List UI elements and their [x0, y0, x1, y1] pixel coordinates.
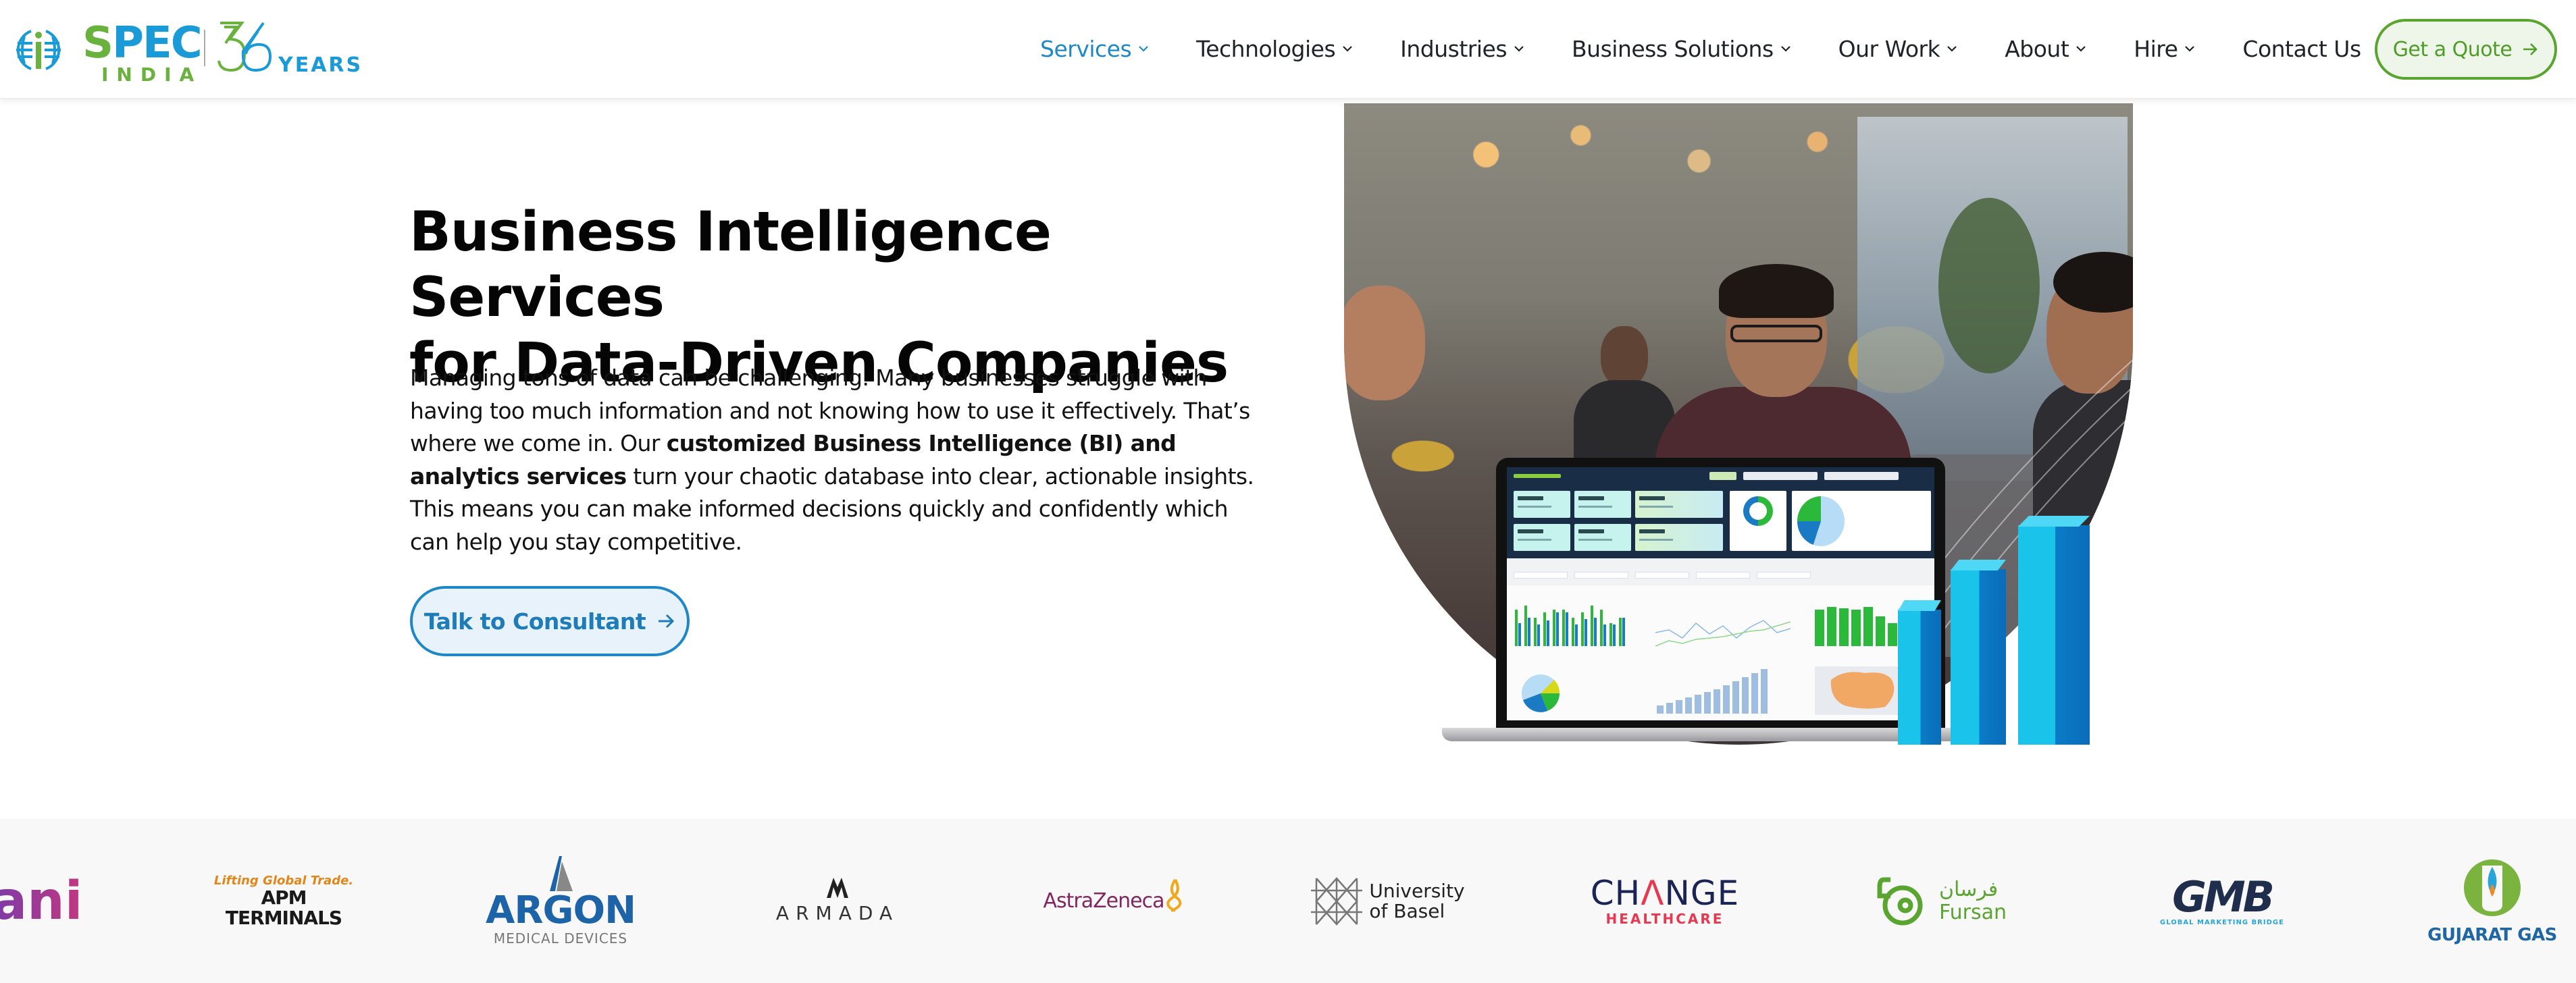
chevron-down-icon: [1780, 46, 1791, 52]
dash-bar-chart: [1515, 606, 1625, 646]
3d-bar: [2018, 516, 2090, 745]
change-name-a: Λ: [1641, 873, 1665, 913]
dashboard-charts: [1507, 585, 1934, 720]
dash-line-chart: [1655, 620, 1791, 647]
armada-name: ARMADA: [775, 902, 900, 924]
arrow-right-icon: [2523, 43, 2538, 55]
gujarat-gas-flame-icon: [2464, 859, 2521, 916]
nav-industries[interactable]: Industries: [1400, 36, 1526, 62]
3d-bar: [1951, 560, 2006, 745]
nav-technologies-label: Technologies: [1196, 35, 1336, 62]
main-nav: Services Technologies Industries Busines…: [1040, 32, 2361, 65]
chevron-down-icon: [1139, 46, 1148, 52]
laptop-dashboard: [1442, 458, 2003, 741]
client-logo-apm-terminals: Lifting Global Trade. APM TERMINALS: [209, 819, 358, 983]
dash-growth-bars: [1657, 669, 1768, 714]
title-line-1: Business Intelligence Services: [409, 201, 1052, 329]
anniversary-36-icon: [217, 22, 272, 72]
talk-to-consultant-button[interactable]: Talk to Consultant: [410, 586, 690, 656]
astrazeneca-symbol-icon: [1166, 878, 1181, 912]
apm-tagline: Lifting Global Trade.: [213, 874, 354, 888]
client-logo-ani: ani: [0, 819, 82, 983]
basel-star-icon: [1311, 876, 1363, 926]
change-name-pre: CH: [1590, 873, 1641, 913]
armada-mark-icon: [827, 878, 848, 898]
client-logo-change-healthcare: CHΛNGE HEALTHCARE: [1591, 819, 1739, 983]
chevron-down-icon: [1947, 46, 1957, 52]
argon-triangle-icon: [550, 855, 573, 891]
nav-hire[interactable]: Hire: [2134, 36, 2196, 62]
client-logo-gmb: GMB GLOBAL MARKETING BRIDGE: [2148, 819, 2296, 983]
globe-icon: [16, 30, 61, 70]
nav-contact-us-label: Contact Us: [2242, 35, 2361, 62]
client-logo-gujarat-gas: GUJARAT GAS: [2425, 819, 2560, 983]
bi-dashboard: [1507, 467, 1934, 720]
nav-contact-us[interactable]: Contact Us: [2242, 36, 2361, 62]
client-logo-fursan: فرسان Fursan: [1867, 819, 2016, 983]
apm-line-1: APM: [261, 886, 307, 909]
basel-line-2: of Basel: [1369, 899, 1445, 922]
ani-logo-text: ani: [0, 874, 82, 928]
logo-brand-rest: PEC: [112, 18, 203, 68]
argon-sub: MEDICAL DEVICES: [493, 930, 628, 947]
chevron-down-icon: [1343, 46, 1352, 52]
3d-bar-chart-graphic: [1898, 103, 2101, 745]
change-name: CHΛNGE: [1591, 876, 1739, 911]
client-logo-armada: ARMADA: [763, 819, 912, 983]
astrazeneca-name: AstraZeneca: [1043, 889, 1165, 913]
spec-india-logo[interactable]: SPEC INDIA YEARS: [14, 20, 361, 85]
hero-description: Managing tons of data can be challenging…: [410, 362, 1254, 558]
nav-our-work[interactable]: Our Work: [1838, 36, 1959, 62]
chevron-down-icon: [2076, 46, 2086, 52]
3d-bar: [1898, 600, 1941, 745]
chevron-down-icon: [2185, 46, 2195, 52]
talk-to-consultant-label: Talk to Consultant: [423, 608, 646, 635]
fursan-arabic: فرسان: [1939, 877, 1999, 901]
change-sub: HEALTHCARE: [1605, 910, 1724, 927]
basel-line-1: University: [1369, 879, 1465, 902]
laptop-screen: [1496, 458, 1945, 731]
arrow-right-icon: [659, 614, 675, 629]
fursan-mark-icon: [1877, 877, 1923, 925]
change-name-post: NGE: [1664, 873, 1740, 913]
gmb-sub: GLOBAL MARKETING BRIDGE: [2160, 919, 2284, 926]
photo-person-left: [1344, 259, 1445, 637]
logo-sub: INDIA: [101, 63, 203, 86]
get-a-quote-button[interactable]: Get a Quote: [2375, 19, 2557, 80]
dash-pie: [1522, 674, 1560, 712]
fursan-name: Fursan: [1939, 900, 2007, 924]
logo-brand: SPEC: [82, 22, 203, 65]
nav-industries-label: Industries: [1400, 35, 1508, 62]
nav-about[interactable]: About: [2005, 36, 2088, 62]
gmb-name: GMB: [2172, 872, 2275, 922]
argon-name: ARGON: [486, 888, 636, 932]
nav-services-label: Services: [1040, 35, 1132, 62]
nav-technologies[interactable]: Technologies: [1196, 36, 1354, 62]
nav-hire-label: Hire: [2134, 35, 2178, 62]
client-logo-argon: ARGON MEDICAL DEVICES: [486, 819, 636, 983]
client-logos-strip: ani Lifting Global Trade. APM TERMINALS …: [0, 819, 2576, 983]
nav-business-solutions-label: Business Solutions: [1572, 35, 1774, 62]
hero-image: [1344, 103, 2134, 745]
chevron-down-icon: [1514, 46, 1524, 52]
nav-our-work-label: Our Work: [1838, 35, 1940, 62]
get-a-quote-label: Get a Quote: [2392, 37, 2513, 61]
logo-brand-text: S: [82, 18, 113, 68]
logo-divider: [204, 30, 205, 66]
nav-services[interactable]: Services: [1040, 36, 1150, 62]
gujarat-gas-name: GUJARAT GAS: [2427, 924, 2557, 945]
site-header: SPEC INDIA YEARS Services Technologies I…: [0, 0, 2576, 99]
logo-years: YEARS: [278, 53, 363, 77]
apm-line-2: TERMINALS: [225, 907, 342, 929]
nav-about-label: About: [2005, 35, 2069, 62]
client-logo-astrazeneca: AstraZeneca: [1040, 819, 1189, 983]
nav-business-solutions[interactable]: Business Solutions: [1572, 36, 1793, 62]
client-logo-university-of-basel: University of Basel: [1304, 819, 1472, 983]
